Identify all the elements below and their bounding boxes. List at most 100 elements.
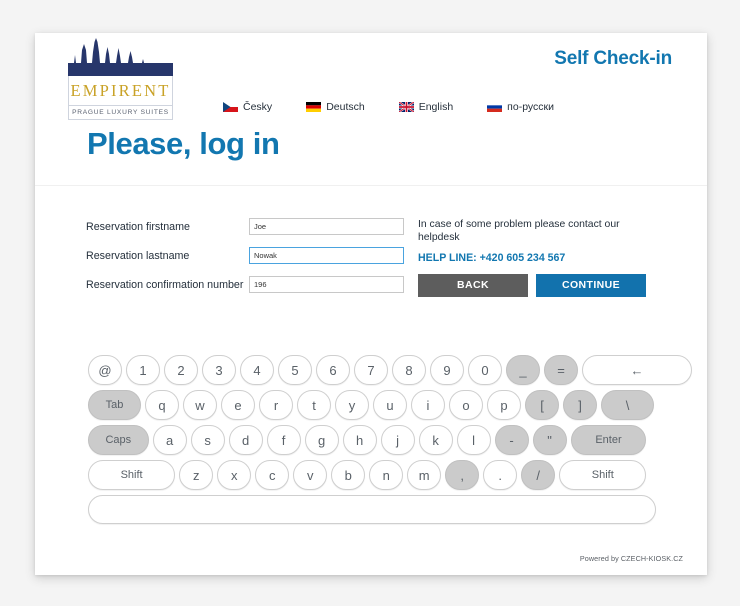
cz-flag-icon bbox=[223, 102, 238, 112]
key-[interactable]: = bbox=[544, 355, 578, 385]
brand-logo: EMPIRENT PRAGUE LUXURY SUITES bbox=[68, 38, 173, 120]
field-row-confirmation-number: Reservation confirmation number bbox=[86, 276, 426, 293]
label-confirmation-number: Reservation confirmation number bbox=[86, 278, 244, 291]
screen-root: EMPIRENT PRAGUE LUXURY SUITES Self Check… bbox=[0, 0, 740, 606]
key-e[interactable]: e bbox=[221, 390, 255, 420]
key-t[interactable]: t bbox=[297, 390, 331, 420]
lang-option-english[interactable]: English bbox=[398, 101, 454, 113]
key-[interactable]: ] bbox=[563, 390, 597, 420]
key-m[interactable]: m bbox=[407, 460, 442, 490]
kiosk-card: EMPIRENT PRAGUE LUXURY SUITES Self Check… bbox=[35, 33, 707, 575]
key-s[interactable]: s bbox=[190, 425, 225, 455]
key-x[interactable]: x bbox=[217, 460, 252, 490]
key-9[interactable]: 9 bbox=[430, 355, 464, 385]
form-actions: BACK CONTINUE bbox=[418, 273, 668, 297]
key-enter[interactable]: Enter bbox=[570, 425, 647, 455]
key-u[interactable]: u bbox=[373, 390, 407, 420]
prague-castle-icon bbox=[68, 38, 173, 76]
label-lastname: Reservation lastname bbox=[86, 249, 190, 262]
key-3[interactable]: 3 bbox=[202, 355, 236, 385]
back-button[interactable]: BACK bbox=[418, 273, 528, 297]
key-caps[interactable]: Caps bbox=[88, 425, 149, 455]
input-confirmation-number[interactable] bbox=[249, 276, 404, 293]
key-k[interactable]: k bbox=[418, 425, 453, 455]
key-[interactable]: . bbox=[483, 460, 518, 490]
key-b[interactable]: b bbox=[331, 460, 366, 490]
keyboard-row: Shift z x c v b n m,. / Shift bbox=[88, 460, 656, 490]
key-[interactable]: / bbox=[521, 460, 556, 490]
key-shift[interactable]: Shift bbox=[559, 460, 647, 490]
key-j[interactable]: j bbox=[380, 425, 415, 455]
ru-flag-icon bbox=[487, 102, 503, 112]
key-[interactable]: \ bbox=[601, 390, 654, 420]
header-divider bbox=[35, 185, 707, 186]
keyboard-row bbox=[88, 495, 656, 524]
key-p[interactable]: p bbox=[487, 390, 521, 420]
key-6[interactable]: 6 bbox=[316, 355, 350, 385]
lang-option-cesky[interactable]: Česky bbox=[223, 101, 272, 113]
lang-option-deutsch[interactable]: Deutsch bbox=[306, 101, 365, 113]
key-[interactable]: " bbox=[532, 425, 567, 455]
key-z[interactable]: z bbox=[179, 460, 214, 490]
field-row-firstname: Reservation firstname bbox=[86, 218, 426, 235]
brand-name: EMPIRENT bbox=[69, 76, 172, 106]
lang-label-cesky: Česky bbox=[243, 101, 273, 113]
help-line: HELP LINE: +420 605 234 567 bbox=[418, 251, 566, 264]
language-selector: Česky Deutsch English по-русски bbox=[223, 101, 554, 113]
key-h[interactable]: h bbox=[342, 425, 377, 455]
key-o[interactable]: o bbox=[449, 390, 483, 420]
brand-logo-box: EMPIRENT PRAGUE LUXURY SUITES bbox=[68, 76, 173, 120]
on-screen-keyboard[interactable]: @1 2 3 4 5 6 7 8 9 0 _ = ← Tab q w e r t y u i o p[] \ Caps a s d f g h… bbox=[88, 355, 692, 524]
key-space[interactable] bbox=[88, 495, 656, 524]
key-l[interactable]: l bbox=[456, 425, 491, 455]
lang-option-russian[interactable]: по-русски bbox=[487, 101, 554, 113]
key-[interactable]: ← bbox=[582, 355, 692, 385]
key-n[interactable]: n bbox=[369, 460, 404, 490]
key-d[interactable]: d bbox=[228, 425, 263, 455]
key-tab[interactable]: Tab bbox=[88, 390, 141, 420]
keyboard-row: Tab q w e r t y u i o p[] \ bbox=[88, 390, 656, 420]
key-7[interactable]: 7 bbox=[354, 355, 388, 385]
key-[interactable]: @ bbox=[88, 355, 122, 385]
field-row-lastname: Reservation lastname bbox=[86, 247, 426, 264]
input-lastname[interactable] bbox=[249, 247, 404, 264]
lang-label-deutsch: Deutsch bbox=[326, 101, 365, 113]
keyboard-row: @1 2 3 4 5 6 7 8 9 0 _ = ← bbox=[88, 355, 692, 385]
key-q[interactable]: q bbox=[145, 390, 179, 420]
key-f[interactable]: f bbox=[266, 425, 301, 455]
input-firstname[interactable] bbox=[249, 218, 404, 235]
de-flag-icon bbox=[306, 102, 322, 112]
key-w[interactable]: w bbox=[183, 390, 217, 420]
keyboard-row: Caps a s d f g h j k l - " Enter bbox=[88, 425, 656, 455]
key-g[interactable]: g bbox=[304, 425, 339, 455]
key-v[interactable]: v bbox=[293, 460, 328, 490]
key-i[interactable]: i bbox=[411, 390, 445, 420]
key-a[interactable]: a bbox=[152, 425, 187, 455]
key-0[interactable]: 0 bbox=[468, 355, 502, 385]
key-y[interactable]: y bbox=[335, 390, 369, 420]
key-[interactable]: - bbox=[494, 425, 529, 455]
key-8[interactable]: 8 bbox=[392, 355, 426, 385]
key-[interactable]: [ bbox=[525, 390, 559, 420]
key-r[interactable]: r bbox=[259, 390, 293, 420]
form-fields-column: Reservation firstname Reservation lastna… bbox=[86, 218, 426, 305]
powered-by-label: Powered by CZECH-KIOSK.CZ bbox=[579, 554, 683, 563]
label-firstname: Reservation firstname bbox=[86, 220, 190, 233]
gb-flag-icon bbox=[398, 102, 414, 112]
key-[interactable]: , bbox=[445, 460, 480, 490]
brand-tagline: PRAGUE LUXURY SUITES bbox=[72, 109, 169, 116]
key-1[interactable]: 1 bbox=[126, 355, 160, 385]
key-[interactable]: _ bbox=[506, 355, 540, 385]
lang-label-english: English bbox=[418, 101, 454, 113]
page-title: Please, log in bbox=[87, 126, 280, 161]
key-c[interactable]: c bbox=[255, 460, 290, 490]
lang-label-russian: по-русски bbox=[507, 101, 555, 113]
help-column: In case of some problem please contact o… bbox=[418, 218, 668, 297]
continue-button[interactable]: CONTINUE bbox=[536, 273, 646, 297]
key-5[interactable]: 5 bbox=[278, 355, 312, 385]
help-text: In case of some problem please contact o… bbox=[418, 219, 620, 244]
key-shift[interactable]: Shift bbox=[88, 460, 176, 490]
self-checkin-title: Self Check-in bbox=[554, 48, 672, 69]
key-2[interactable]: 2 bbox=[164, 355, 198, 385]
key-4[interactable]: 4 bbox=[240, 355, 274, 385]
